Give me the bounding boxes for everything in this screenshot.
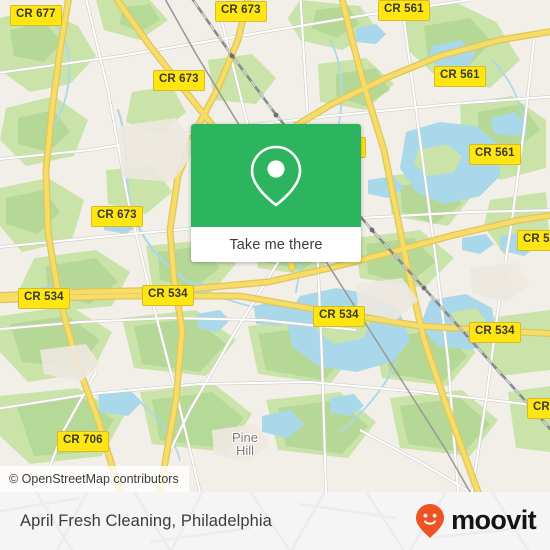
take-me-there-popup[interactable]: Take me there [191,124,361,262]
road-shield-cr-677[interactable]: CR 677 [10,5,62,26]
road-shield-cr-534-center[interactable]: CR 534 [313,306,365,327]
map-canvas[interactable]: CR 677 CR 673 CR 561 CR 673 CR 561 6 CR … [0,0,550,492]
take-me-there-label: Take me there [229,236,323,253]
road-shield-cr-673-left[interactable]: CR 673 [91,206,143,227]
road-shield-cr-534-mid[interactable]: CR 534 [142,285,194,306]
road-shield-cr-clipped-bottom[interactable]: CR [527,398,550,419]
place-label-line-2: Hill [235,443,255,458]
osm-attribution-text: © OpenStreetMap contributors [9,472,179,486]
road-shield-cr-673-mid[interactable]: CR 673 [153,70,205,91]
page-title-text: April Fresh Cleaning, Philadelphia [20,511,272,530]
moovit-map-screenshot: CR 677 CR 673 CR 561 CR 673 CR 561 6 CR … [0,0,550,550]
road-shield-cr-706[interactable]: CR 706 [57,431,109,452]
road-shield-cr-56-clipped[interactable]: CR 56 [517,230,550,251]
moovit-smiley-pin-icon [416,504,445,538]
moovit-wordmark: moovit [451,504,537,535]
road-shield-cr-561-right[interactable]: CR 561 [469,144,521,165]
road-shield-cr-561-upper[interactable]: CR 561 [434,66,486,87]
road-shield-cr-534-left[interactable]: CR 534 [18,288,70,309]
road-shield-cr-534-right[interactable]: CR 534 [469,322,521,343]
road-shield-cr-673-top[interactable]: CR 673 [215,1,267,22]
moovit-brand[interactable]: moovit [415,492,537,550]
footer-bar: April Fresh Cleaning, Philadelphia moovi… [0,492,550,550]
location-pin-icon [250,145,302,206]
page-title: April Fresh Cleaning, Philadelphia [20,492,272,550]
popup-cta-bar[interactable]: Take me there [191,227,361,262]
osm-attribution[interactable]: © OpenStreetMap contributors [0,466,189,492]
road-shield-cr-561-top[interactable]: CR 561 [378,0,430,21]
popup-icon-area [191,124,361,227]
place-label-pine-hill: Pine Hill [232,431,258,457]
